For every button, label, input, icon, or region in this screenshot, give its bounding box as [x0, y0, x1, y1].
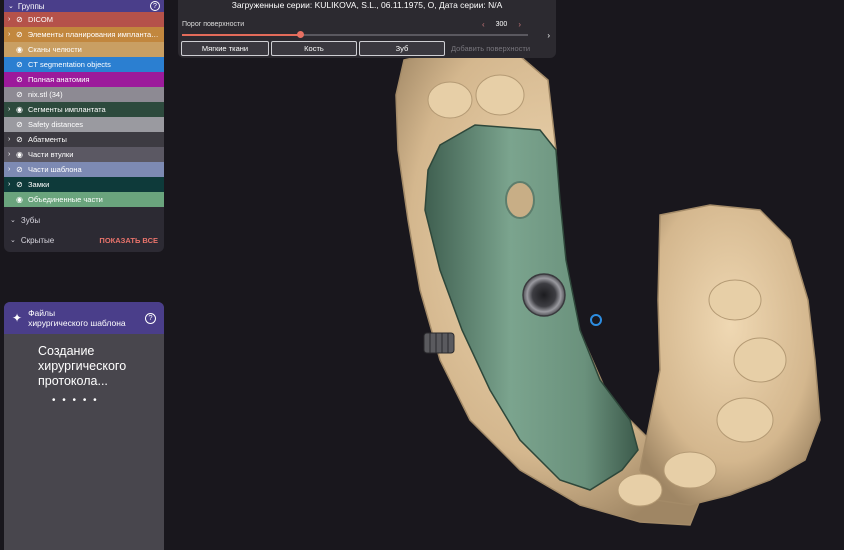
tooth-button[interactable]: Зуб — [359, 41, 445, 56]
group-row[interactable]: ⊘ CT segmentation objects — [4, 57, 164, 72]
chevron-right-icon[interactable]: › — [8, 181, 16, 188]
threshold-slider[interactable] — [182, 31, 528, 38]
group-list: › ⊘ DICOM › ⊘ Элементы планирования имплантат… — [4, 12, 164, 207]
group-label: Части шаблона — [28, 165, 82, 174]
bone-button[interactable]: Кость — [271, 41, 357, 56]
threshold-slider-thumb[interactable] — [296, 31, 304, 38]
show-all-button[interactable]: ПОКАЗАТЬ ВСЕ — [99, 236, 158, 245]
group-label: Сегменты имплантата — [28, 105, 106, 114]
help-circle-icon[interactable]: ? — [145, 312, 156, 324]
magic-wand-icon: ✦ — [12, 311, 23, 325]
teeth-label: Зубы — [20, 215, 41, 225]
group-row[interactable]: › ⊘ DICOM — [4, 12, 164, 27]
group-row[interactable]: › ⊘ Замки — [4, 177, 164, 192]
files-panel-title: Файлы хирургического шаблона — [28, 308, 126, 328]
files-title-line2: хирургического шаблона — [28, 318, 126, 328]
eye-icon[interactable]: ◉ — [16, 45, 28, 54]
group-label: Абатменты — [28, 135, 67, 144]
eye-off-icon[interactable]: ⊘ — [16, 75, 28, 84]
eye-off-icon[interactable]: ⊘ — [16, 180, 28, 189]
files-panel-header: ✦ Файлы хирургического шаблона ? — [4, 302, 164, 334]
chevron-down-icon: ⌄ — [10, 237, 16, 244]
group-row[interactable]: › ◉ Части втулки — [4, 147, 164, 162]
chevron-down-icon: ⌄ — [10, 217, 16, 224]
implant-screw — [423, 332, 455, 354]
threshold-value[interactable]: 300 — [490, 21, 514, 28]
group-label: nix.stl (34) — [28, 90, 63, 99]
eye-off-icon[interactable]: ⊘ — [16, 90, 28, 99]
eye-off-icon[interactable]: ⊘ — [16, 135, 28, 144]
group-label: Safety distances — [28, 120, 84, 129]
threshold-row: Порог поверхности ‹ 300 › — [178, 19, 556, 29]
group-row[interactable]: ⊘ Safety distances — [4, 117, 164, 132]
jaw-bone-right — [639, 204, 821, 506]
surface-buttons: Мягкие ткани Кость Зуб Добавить поверхно… — [181, 41, 530, 56]
eye-off-icon[interactable]: ⊘ — [16, 60, 28, 69]
chevron-right-icon[interactable]: › — [8, 106, 16, 113]
eye-icon[interactable]: ◉ — [16, 105, 28, 114]
files-panel-body: Создание хирургического протокола... — [4, 334, 164, 389]
chevron-left-icon[interactable]: ‹ — [477, 20, 490, 29]
eye-icon[interactable]: ◉ — [16, 195, 28, 204]
threshold-stepper[interactable]: ‹ 300 › — [477, 20, 526, 29]
group-row[interactable]: › ⊘ Элементы планирования имплантатов — [4, 27, 164, 42]
protocol-progress-text: Создание хирургического протокола... — [38, 344, 127, 388]
hidden-label: Скрытые — [20, 235, 55, 245]
group-row[interactable]: ⊘ nix.stl (34) — [4, 87, 164, 102]
guide-sleeve — [522, 273, 566, 317]
add-surface-button[interactable]: Добавить поверхности — [451, 41, 530, 56]
surgical-guide-files-panel: ✦ Файлы хирургического шаблона ? Создани… — [4, 302, 164, 550]
hidden-section[interactable]: ⌄ Скрытые ПОКАЗАТЬ ВСЕ — [4, 230, 164, 250]
eye-off-icon[interactable]: ⊘ — [16, 165, 28, 174]
group-label: CT segmentation objects — [28, 60, 111, 69]
chevron-right-icon[interactable]: › — [8, 151, 16, 158]
group-label: Части втулки — [28, 150, 74, 159]
group-row[interactable]: › ◉ Сегменты имплантата — [4, 102, 164, 117]
group-label: Элементы планирования имплантатов — [27, 30, 161, 39]
group-row[interactable]: ◉ Объединенные части — [4, 192, 164, 207]
loaded-series-label: Загруженные серии: KULIKOVA, S.L., 06.11… — [231, 0, 503, 10]
chevron-right-icon[interactable]: › — [8, 136, 16, 143]
chevron-right-icon[interactable]: › — [8, 31, 16, 38]
group-row[interactable]: ⊘ Полная анатомия — [4, 72, 164, 87]
group-label: DICOM — [28, 15, 53, 24]
threshold-slider-fill — [182, 34, 300, 36]
chevron-right-icon[interactable]: › — [8, 166, 16, 173]
group-row[interactable]: › ⊘ Части шаблона — [4, 162, 164, 177]
chevron-right-icon[interactable]: › — [513, 20, 526, 29]
eye-off-icon[interactable]: ⊘ — [16, 30, 28, 39]
group-row[interactable]: ◉ Сканы челюсти — [4, 42, 164, 57]
chevron-down-icon[interactable]: ⌄ — [8, 2, 14, 10]
help-circle-icon[interactable]: ? — [150, 1, 160, 11]
threshold-label: Порог поверхности — [182, 20, 245, 28]
groups-panel: ⌄ Группы ? › ⊘ DICOM › ⊘ Элементы планировани… — [4, 0, 164, 252]
eye-off-icon[interactable]: ⊘ — [16, 15, 28, 24]
group-label: Объединенные части — [28, 195, 103, 204]
eye-off-icon[interactable]: ⊘ — [16, 120, 28, 129]
rotation-center-marker[interactable] — [590, 314, 602, 326]
groups-header[interactable]: ⌄ Группы ? — [4, 0, 164, 12]
group-label: Замки — [28, 180, 50, 189]
soft-tissue-button[interactable]: Мягкие ткани — [181, 41, 269, 56]
eye-icon[interactable]: ◉ — [16, 150, 28, 159]
groups-title: Группы — [17, 1, 45, 11]
chevron-right-icon[interactable]: › — [8, 16, 16, 23]
group-label: Полная анатомия — [28, 75, 90, 84]
group-label: Сканы челюсти — [28, 45, 82, 54]
surface-toolbar: Загруженные серии: KULIKOVA, S.L., 06.11… — [178, 0, 556, 58]
teeth-section[interactable]: ⌄ Зубы — [4, 210, 164, 230]
loading-dots: • • • • • — [52, 395, 99, 406]
files-title-line1: Файлы — [28, 308, 56, 318]
group-row[interactable]: › ⊘ Абатменты — [4, 132, 164, 147]
chevron-right-icon[interactable]: › — [547, 31, 550, 40]
